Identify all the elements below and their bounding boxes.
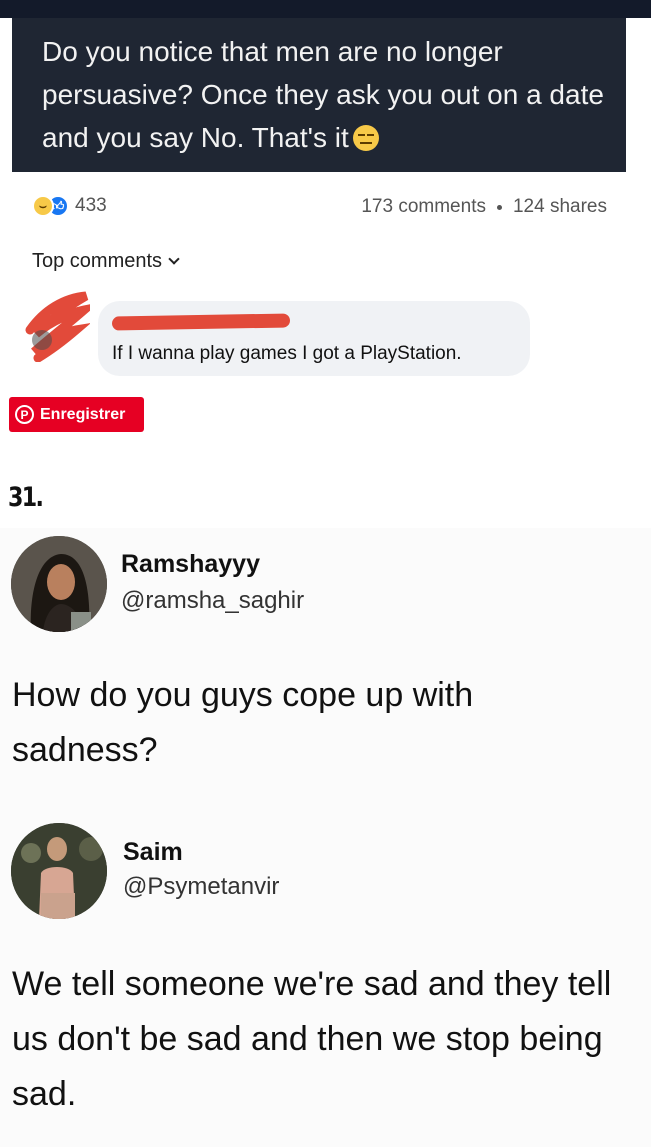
avatar-saim[interactable] xyxy=(11,823,107,919)
separator-dot xyxy=(496,204,502,210)
save-button-label: Enregistrer xyxy=(40,405,126,423)
tweet-display-name[interactable]: Ramshayyy xyxy=(121,550,260,579)
tweet-handle[interactable]: @Psymetanvir xyxy=(123,873,279,901)
tweet-text: How do you guys cope up with sadness? xyxy=(12,676,474,769)
haha-reaction-icon: ⌣ xyxy=(32,195,54,217)
post-text: Do you notice that men are no longer per… xyxy=(42,30,612,159)
avatar-ramshayyy[interactable] xyxy=(11,536,107,632)
chevron-down-icon xyxy=(168,253,180,265)
comment-share-summary: 173 comments 124 shares xyxy=(361,196,607,218)
tweet-display-name[interactable]: Saim xyxy=(123,838,183,867)
redacted-commenter-name xyxy=(111,313,291,331)
comment-text: If I wanna play games I got a PlayStatio… xyxy=(112,343,462,364)
tweet-handle[interactable]: @ramsha_saghir xyxy=(121,587,304,615)
redacted-avatar-scribble xyxy=(25,291,90,362)
comments-count-link[interactable]: 173 comments xyxy=(361,196,486,218)
expressionless-face-icon xyxy=(352,125,379,151)
tweet-text: We tell someone we're sad and they tell … xyxy=(12,965,612,1113)
item-number: 31. xyxy=(8,482,44,513)
comment-bubble: If I wanna play games I got a PlayStatio… xyxy=(98,301,530,376)
shares-count-link[interactable]: 124 shares xyxy=(513,196,607,218)
reactions-summary[interactable]: ⌣ 👍︎ 433 xyxy=(32,195,107,217)
reaction-count: 433 xyxy=(75,195,107,216)
post-text-content: Do you notice that men are no longer per… xyxy=(42,36,604,153)
top-comments-label: Top comments xyxy=(32,250,163,272)
pinterest-save-button[interactable]: P Enregistrer xyxy=(9,397,144,432)
top-comments-filter[interactable]: Top comments xyxy=(32,250,180,273)
top-strip xyxy=(0,0,651,18)
pinterest-icon: P xyxy=(15,405,34,424)
facebook-text-post: Do you notice that men are no longer per… xyxy=(12,18,626,172)
